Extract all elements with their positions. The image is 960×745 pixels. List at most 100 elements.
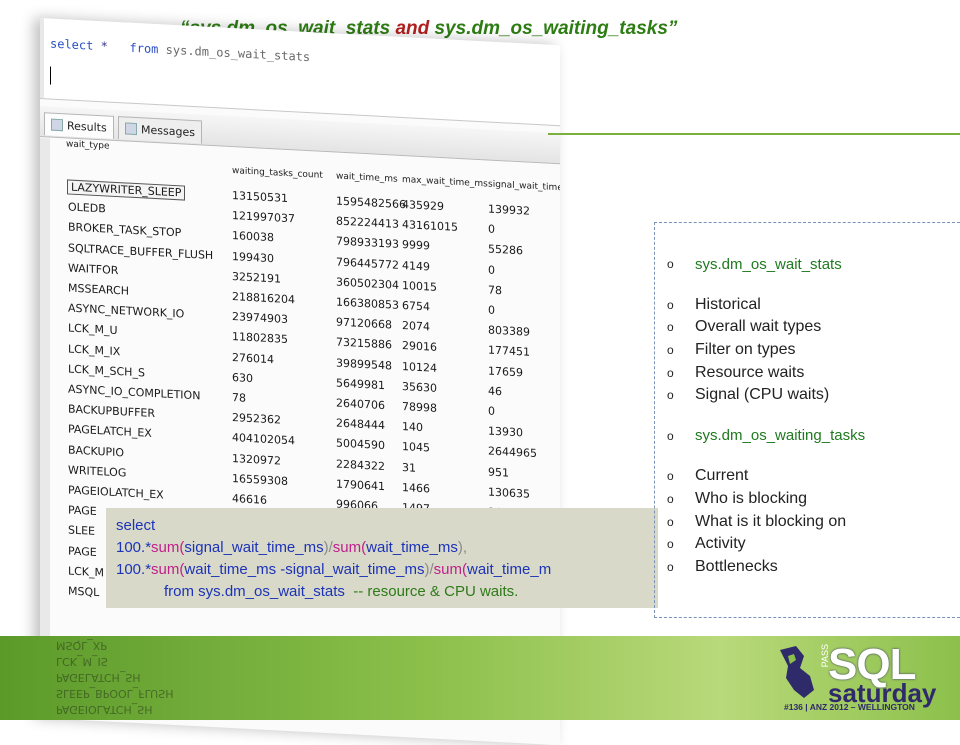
table-cell[interactable]: 1466	[402, 481, 430, 495]
table-cell[interactable]: 140	[402, 420, 423, 434]
table-cell[interactable]: 1320972	[232, 452, 281, 468]
table-cell[interactable]: 2284322	[336, 457, 385, 473]
table-cell[interactable]: 0	[488, 263, 495, 276]
column-header[interactable]: wait_type	[66, 139, 110, 151]
table-cell[interactable]: 435929	[402, 198, 444, 213]
table-cell[interactable]: 5649981	[336, 376, 385, 392]
table-cell[interactable]: 29016	[402, 339, 437, 354]
bullet-text: Activity	[695, 535, 746, 553]
table-cell[interactable]: 13150531	[232, 189, 288, 205]
tab-messages[interactable]: Messages	[118, 116, 202, 144]
query-token: ),	[457, 539, 468, 556]
table-cell[interactable]: 23974903	[232, 310, 288, 326]
table-cell[interactable]: 17659	[488, 364, 523, 379]
table-cell[interactable]: 796445772	[336, 255, 399, 271]
table-cell[interactable]: SLEE	[68, 524, 95, 538]
table-cell[interactable]: 78998	[402, 400, 437, 415]
table-cell[interactable]: 1790641	[336, 477, 385, 493]
table-cell[interactable]: PAGE	[68, 544, 97, 559]
table-cell[interactable]: 630	[232, 371, 253, 385]
table-cell[interactable]: 798933193	[336, 235, 399, 251]
table-cell[interactable]: 43161015	[402, 218, 458, 234]
table-cell[interactable]: WRITELOG	[68, 463, 126, 479]
table-cell[interactable]: 1595482566	[336, 195, 406, 212]
table-cell[interactable]: 951	[488, 465, 509, 479]
table-cell[interactable]: 78	[488, 283, 502, 297]
table-cell[interactable]: 31	[402, 461, 416, 475]
table-cell[interactable]: 97120668	[336, 316, 392, 332]
table-cell[interactable]: 5004590	[336, 437, 385, 453]
table-cell[interactable]: 852224413	[336, 215, 399, 231]
table-cell[interactable]: 9999	[402, 238, 430, 252]
editor-select-keyword: select	[50, 36, 94, 53]
table-cell[interactable]: ASYNC_IO_COMPLETION	[68, 382, 200, 402]
bullet-marker: o	[667, 469, 674, 484]
table-cell[interactable]: WAITFOR	[68, 261, 118, 277]
table-cell[interactable]: 46616	[232, 492, 267, 507]
table-cell[interactable]: 276014	[232, 351, 274, 366]
column-header[interactable]: waiting_tasks_count	[232, 166, 323, 181]
query-token: )/	[424, 561, 434, 578]
table-cell[interactable]: 11802835	[232, 330, 288, 346]
table-cell[interactable]: LCK_M_IX	[68, 342, 120, 358]
table-cell[interactable]: 139932	[488, 202, 530, 217]
table-cell[interactable]: 39899548	[336, 356, 392, 372]
table-cell[interactable]: 3252191	[232, 270, 281, 286]
table-cell[interactable]: 73215886	[336, 336, 392, 352]
table-cell[interactable]: 0	[488, 404, 495, 417]
table-cell[interactable]: 130635	[488, 485, 530, 500]
table-cell[interactable]: 16559308	[232, 472, 288, 488]
table-cell[interactable]: BACKUPBUFFER	[68, 403, 155, 421]
table-cell[interactable]: LAZYWRITER_SLEEP	[66, 178, 186, 202]
table-cell[interactable]: 2952362	[232, 411, 281, 427]
table-cell[interactable]: 121997037	[232, 209, 295, 225]
table-cell[interactable]: 166380853	[336, 296, 399, 312]
table-cell[interactable]: 10015	[402, 279, 437, 294]
table-cell[interactable]: 360502304	[336, 275, 399, 291]
column-header[interactable]: max_wait_time_ms	[402, 175, 488, 189]
query-token: )/	[323, 539, 333, 556]
column-header[interactable]: wait_time_ms	[336, 172, 398, 185]
table-cell[interactable]: 2640706	[336, 397, 385, 413]
table-cell[interactable]: 46	[488, 384, 502, 398]
table-cell[interactable]: OLEDB	[68, 201, 106, 216]
table-cell[interactable]: 55286	[488, 243, 523, 258]
table-cell[interactable]: 160038	[232, 229, 274, 244]
table-cell[interactable]: 10124	[402, 360, 437, 375]
table-cell[interactable]: 2644965	[488, 445, 537, 461]
table-cell[interactable]: 404102054	[232, 431, 295, 447]
table-cell[interactable]: 78	[232, 391, 246, 405]
table-cell[interactable]: BROKER_TASK_STOP	[68, 221, 181, 240]
table-cell[interactable]: 0	[488, 223, 495, 236]
table-cell[interactable]: 4149	[402, 259, 430, 273]
table-cell[interactable]: ASYNC_NETWORK_IO	[68, 302, 184, 321]
query-token: sum(	[151, 539, 185, 556]
table-cell[interactable]: MSSEARCH	[68, 281, 129, 297]
table-cell[interactable]: LCK_M	[68, 564, 104, 579]
table-cell[interactable]: LCK_M_U	[68, 322, 118, 338]
table-cell[interactable]: PAGEIOLATCH_EX	[68, 483, 164, 501]
sqlsaturday-logo: PASS SQL saturday #136 | ANZ 2012 – WELL…	[774, 640, 936, 716]
table-cell[interactable]: PAGE	[68, 504, 97, 519]
table-cell[interactable]: 2074	[402, 319, 430, 333]
table-cell[interactable]: PAGELATCH_EX	[68, 423, 152, 440]
table-cell[interactable]: 199430	[232, 250, 274, 265]
grid-reflection: PAGEIOLATCH_SH SLEEP_BPOOL_FLUSH PAGELATCH…	[52, 636, 352, 720]
table-cell[interactable]: 6754	[402, 299, 430, 313]
query-token: wait_time_ms -	[184, 561, 286, 578]
table-cell[interactable]: 2648444	[336, 417, 385, 433]
column-header[interactable]: signal_wait_time_	[488, 179, 560, 193]
table-cell[interactable]: 177451	[488, 344, 530, 359]
table-cell[interactable]: BACKUPIO	[68, 443, 124, 459]
table-cell[interactable]: 13930	[488, 425, 523, 440]
table-cell[interactable]: 0	[488, 303, 495, 316]
tab-results[interactable]: Results	[44, 112, 114, 139]
table-cell[interactable]: 218816204	[232, 290, 295, 306]
table-cell[interactable]: LCK_M_SCH_S	[68, 362, 145, 379]
table-cell[interactable]: MSQL	[68, 584, 99, 599]
query-token: sum(	[151, 561, 185, 578]
table-cell[interactable]: 1045	[402, 440, 430, 454]
table-cell[interactable]: 803389	[488, 324, 530, 339]
table-cell[interactable]: 35630	[402, 380, 437, 395]
messages-icon	[125, 122, 137, 136]
